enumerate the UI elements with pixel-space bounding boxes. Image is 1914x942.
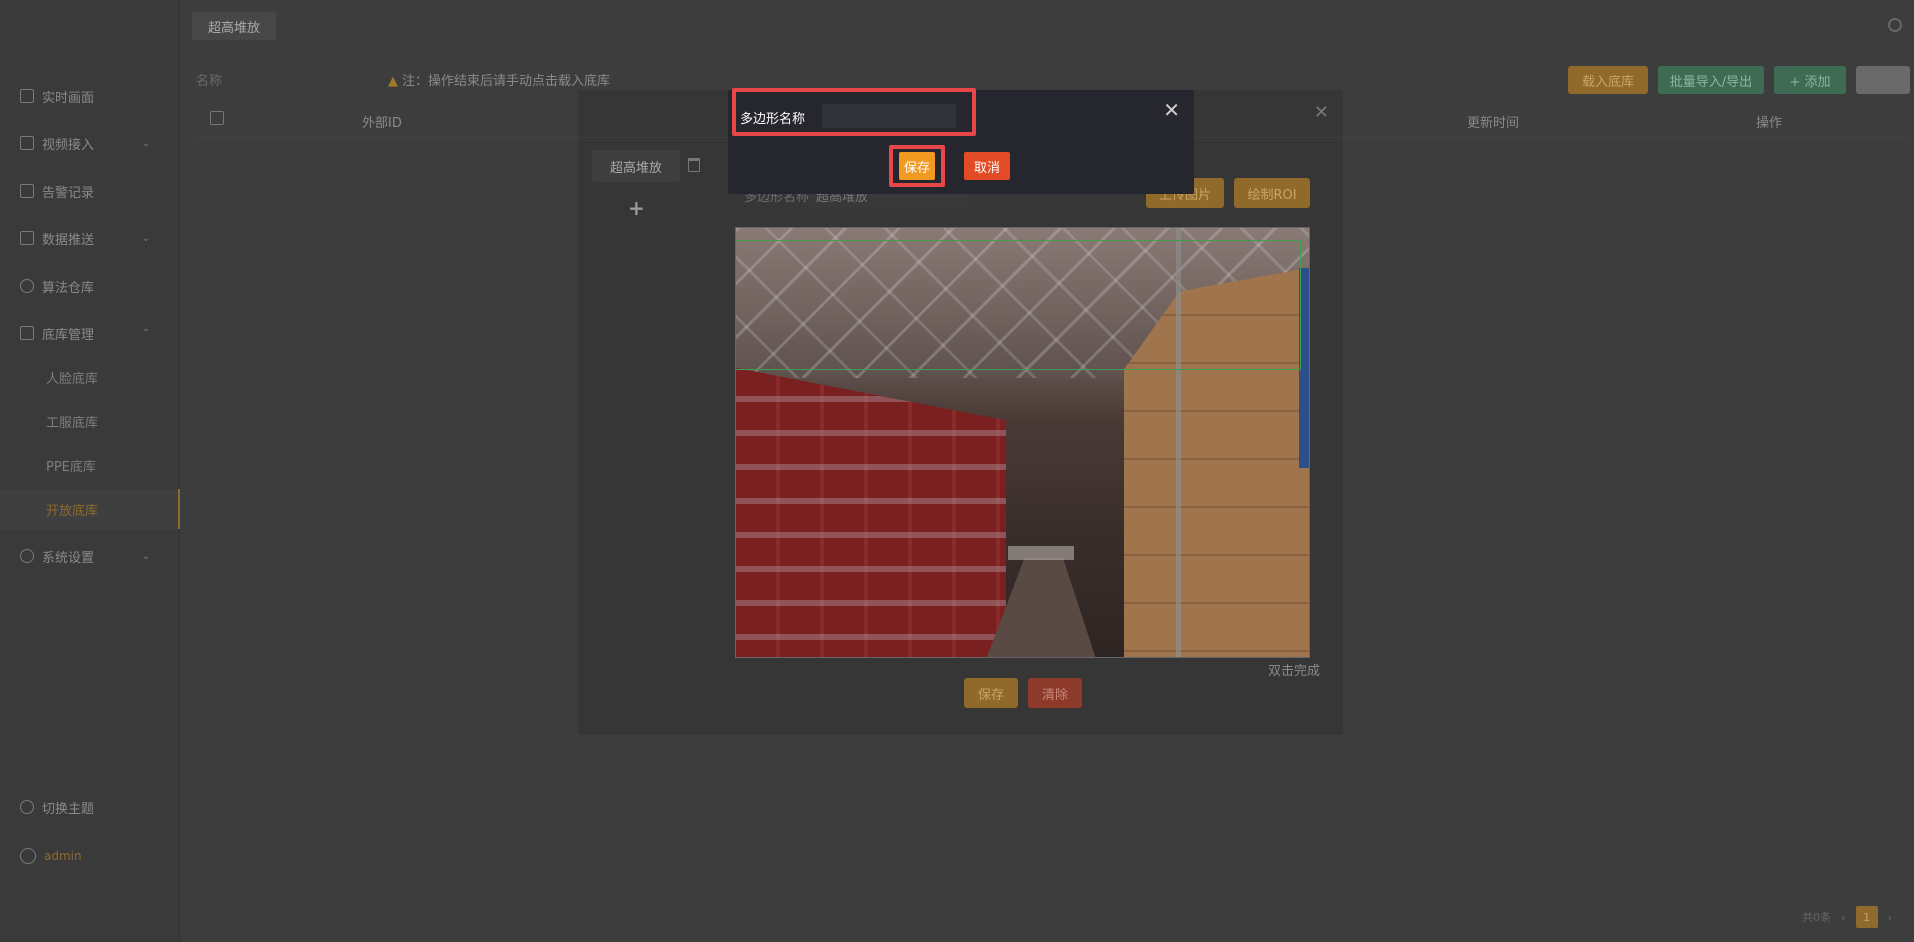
sidebar: 实时画面 视频接入 ⌄ 告警记录 数据推送 ⌄ 算法仓库 底库管理 ⌃ 人脸底库… — [0, 0, 180, 942]
load-library-button[interactable]: 载入底库 — [1568, 66, 1648, 94]
sidebar-subitem-uniform[interactable]: 工服底库 — [0, 401, 180, 441]
close-icon[interactable]: ✕ — [1163, 98, 1180, 122]
column-header: 更新时间 — [1467, 116, 1520, 131]
camera-frame-canvas[interactable] — [735, 227, 1310, 658]
cancel-button[interactable]: 取消 — [964, 152, 1010, 180]
red-crate-stack — [736, 368, 1006, 657]
pagination: 共0条 ‹ 1 › — [1802, 906, 1892, 928]
sidebar-item-push[interactable]: 数据推送 ⌄ — [0, 220, 180, 256]
sidebar-subitem-label: 开放底库 — [46, 503, 99, 519]
sidebar-item-label: 视频接入 — [42, 137, 95, 153]
trash-icon[interactable] — [688, 158, 700, 172]
sidebar-subitem-ppe[interactable]: PPE底库 — [0, 445, 180, 485]
roi-polygon — [736, 240, 1301, 370]
sidebar-item-alarms[interactable]: 告警记录 — [0, 173, 180, 209]
aisle-light — [1008, 546, 1074, 560]
sidebar-item-algorithms[interactable]: 算法仓库 — [0, 268, 180, 304]
video-icon — [20, 136, 34, 150]
gear-icon — [20, 549, 34, 563]
close-icon[interactable]: ✕ — [1314, 102, 1329, 123]
sidebar-subitem-label: PPE底库 — [46, 459, 96, 475]
chevron-up-icon: ⌃ — [141, 327, 150, 339]
add-button[interactable]: + 添加 — [1774, 66, 1846, 94]
theme-toggle-label: 切换主题 — [42, 801, 95, 817]
warning-note: ▲ 注：操作结束后请手动点击载入底库 — [388, 70, 610, 89]
tab-overheight[interactable]: 超高堆放 — [192, 12, 277, 40]
warning-icon: ▲ — [388, 74, 398, 89]
polygon-name-dialog: 多边形名称 ✕ 保存 取消 — [728, 88, 1194, 194]
column-header: 外部ID — [362, 116, 402, 131]
batch-import-export-button[interactable]: 批量导入/导出 — [1658, 66, 1764, 94]
warning-text: 注：操作结束后请手动点击载入底库 — [402, 74, 611, 89]
algorithm-icon — [20, 279, 34, 293]
username: admin — [44, 849, 82, 863]
sun-icon — [20, 800, 34, 814]
select-all-checkbox[interactable] — [210, 111, 224, 125]
document-icon — [20, 184, 34, 198]
sidebar-subitem-label: 人脸底库 — [46, 371, 99, 387]
topbar: 超高堆放 — [180, 0, 1914, 52]
save-roi-button[interactable]: 保存 — [964, 678, 1018, 708]
prev-page-icon[interactable]: ‹ — [1841, 911, 1845, 924]
sidebar-item-label: 实时画面 — [42, 90, 95, 106]
sidebar-item-label: 底库管理 — [42, 327, 95, 343]
sidebar-item-video[interactable]: 视频接入 ⌄ — [0, 125, 180, 161]
clear-roi-button[interactable]: 清除 — [1028, 678, 1082, 708]
chevron-down-icon: ⌄ — [141, 550, 150, 562]
add-roi-icon[interactable]: + — [628, 196, 645, 220]
roi-tab[interactable]: 超高堆放 — [592, 150, 680, 182]
draw-roi-button[interactable]: 绘制ROI — [1234, 178, 1310, 208]
sidebar-item-label: 数据推送 — [42, 232, 95, 248]
sidebar-subitem-label: 工服底库 — [46, 415, 99, 431]
sidebar-item-library[interactable]: 底库管理 ⌃ — [0, 315, 180, 351]
cube-icon — [20, 326, 34, 340]
column-header: 操作 — [1756, 116, 1783, 131]
sidebar-item-settings[interactable]: 系统设置 ⌄ — [0, 538, 180, 574]
double-click-hint: 双击完成 — [1268, 664, 1321, 679]
sidebar-item-label: 系统设置 — [42, 550, 95, 566]
sidebar-item-label: 算法仓库 — [42, 280, 95, 296]
sidebar-subitem-open[interactable]: 开放底库 — [0, 489, 180, 529]
monitor-icon — [20, 89, 34, 103]
chevron-down-icon: ⌄ — [141, 137, 150, 149]
next-page-icon[interactable]: › — [1888, 911, 1892, 924]
theme-toggle[interactable]: 切换主题 — [0, 789, 180, 825]
bar-chart-icon — [20, 231, 34, 245]
save-button[interactable]: 保存 — [899, 152, 935, 180]
polygon-name-label: 多边形名称 — [740, 112, 806, 127]
sidebar-item-realtime[interactable]: 实时画面 — [0, 78, 180, 114]
total-count: 共0条 — [1802, 911, 1832, 924]
sidebar-item-label: 告警记录 — [42, 185, 95, 201]
gear-icon[interactable] — [1888, 18, 1902, 32]
chevron-down-icon: ⌄ — [141, 232, 150, 244]
name-filter-label[interactable]: 名称 — [196, 70, 222, 89]
delete-button[interactable] — [1856, 66, 1910, 94]
page-number[interactable]: 1 — [1855, 906, 1878, 928]
sidebar-subitem-face[interactable]: 人脸底库 — [0, 357, 180, 397]
user-profile[interactable]: admin — [0, 838, 180, 874]
polygon-name-input[interactable] — [822, 104, 956, 128]
avatar-icon — [20, 848, 36, 864]
